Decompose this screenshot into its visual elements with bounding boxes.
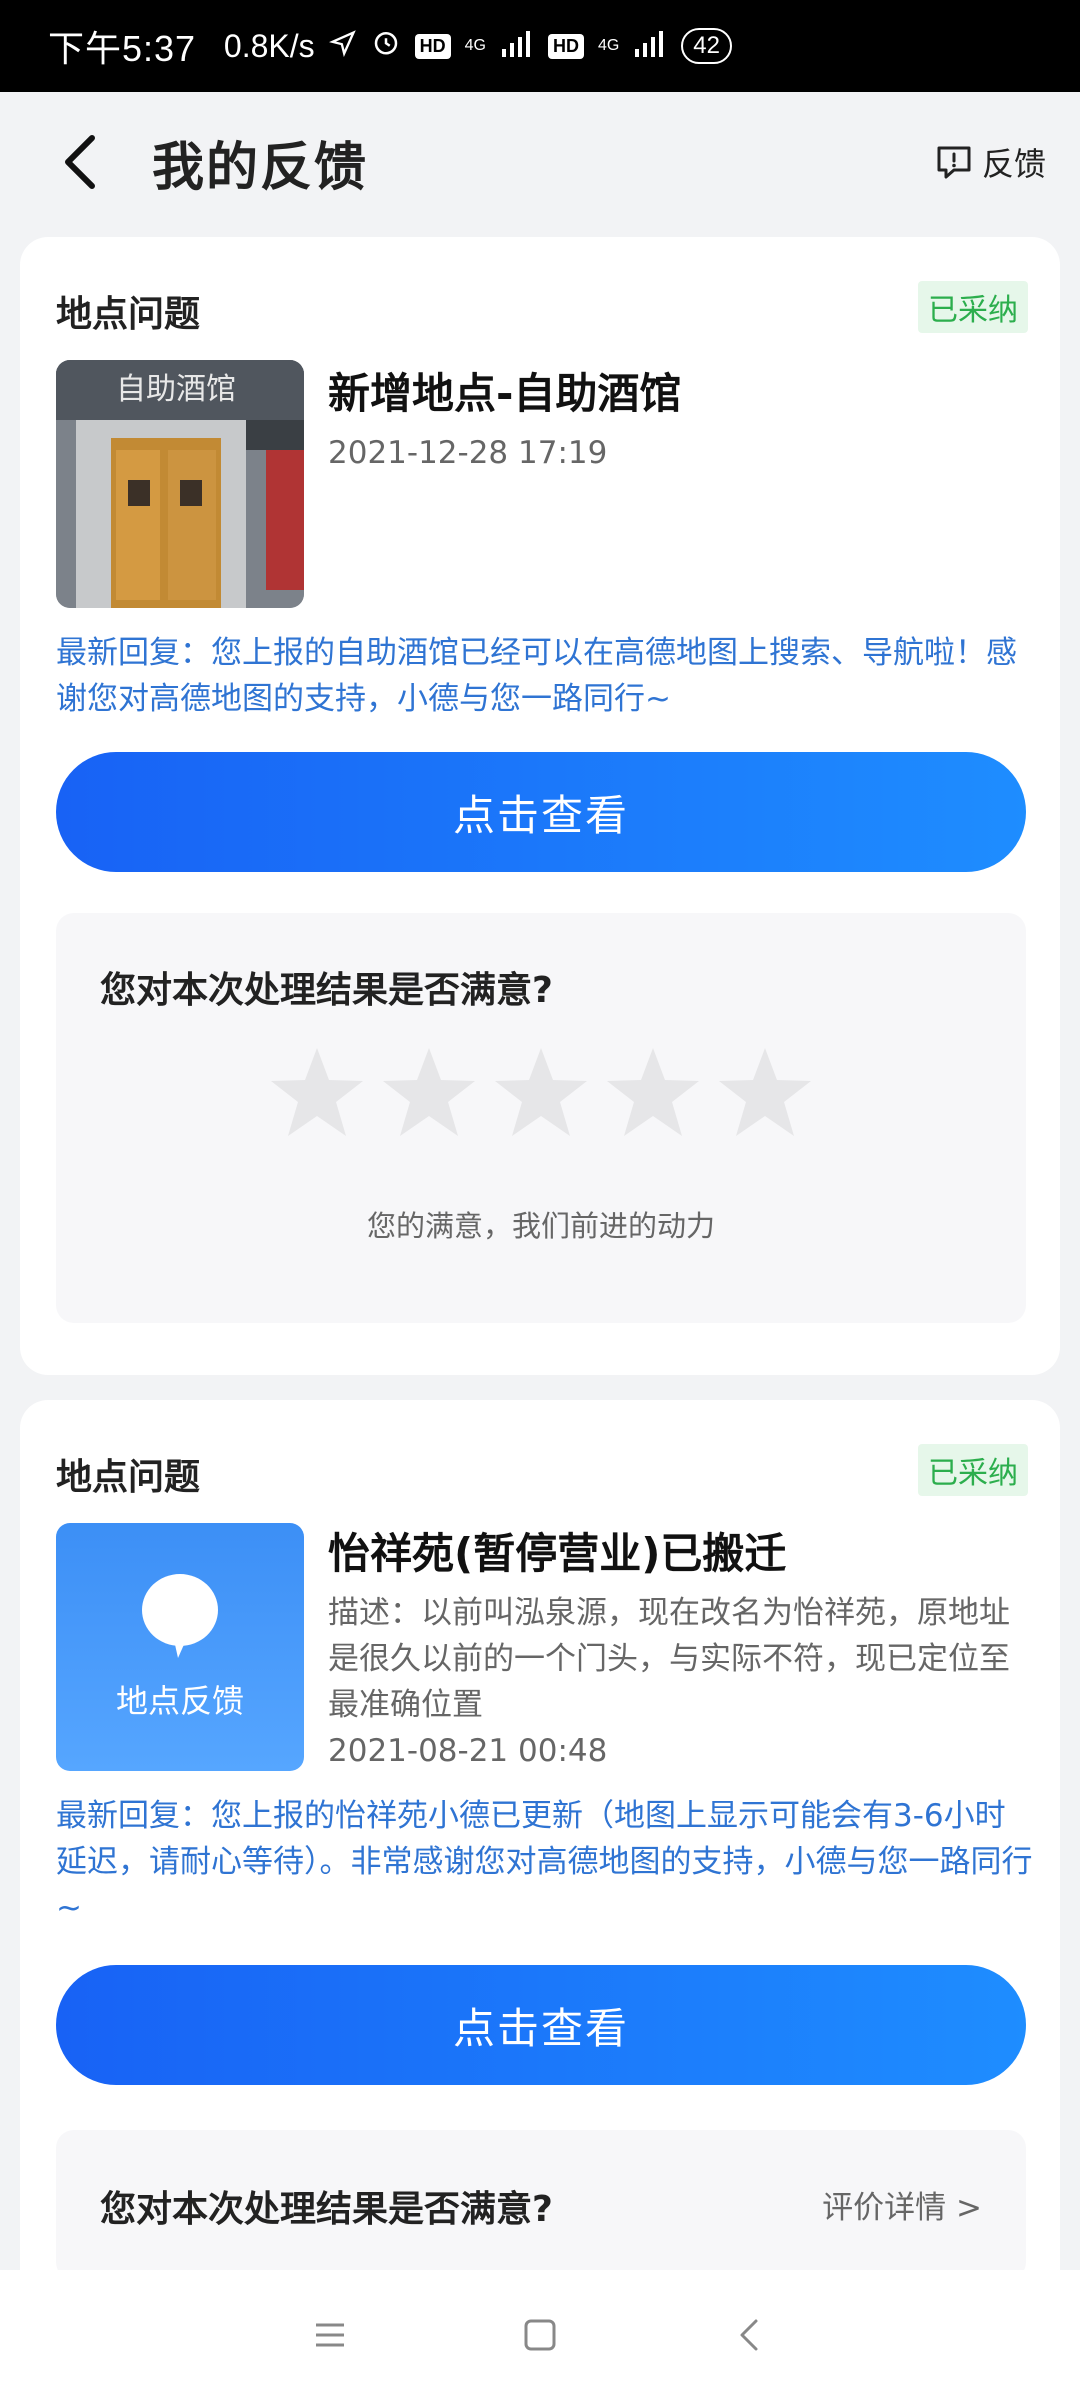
back-icon[interactable] xyxy=(50,132,110,192)
home-icon[interactable] xyxy=(520,2315,560,2355)
status-time: 下午5:37 xyxy=(48,28,197,69)
network-type: 4G xyxy=(464,37,486,54)
pin-icon xyxy=(142,1574,218,1658)
system-nav-bar xyxy=(0,2270,1080,2400)
item-date: 2021-12-28 17:19 xyxy=(328,435,608,471)
rating-detail-link[interactable]: 评价详情 > xyxy=(822,2182,982,2227)
view-button[interactable]: 点击查看 xyxy=(56,752,1026,872)
battery-indicator: 42 xyxy=(681,28,732,64)
rating-question: 您对本次处理结果是否满意? xyxy=(100,970,553,1011)
feedback-icon xyxy=(937,146,971,179)
view-button[interactable]: 点击查看 xyxy=(56,1965,1026,2085)
signal-icon-2 xyxy=(633,28,667,65)
status-bar: 下午5:37 0.8K/s HD 4G HD 4G 42 xyxy=(0,0,1080,92)
star-rating xyxy=(266,1043,816,1143)
place-feedback-thumb[interactable]: 地点反馈 xyxy=(56,1523,304,1771)
item-description: 描述：以前叫泓泉源，现在改名为怡祥苑，原地址是很久以前的一个门头，与实际不符，现… xyxy=(328,1595,1010,1723)
nav-back-icon[interactable] xyxy=(730,2315,770,2355)
rating-tip: 您的满意，我们前进的动力 xyxy=(366,1209,715,1243)
item-title: 新增地点-自助酒馆 xyxy=(328,369,682,418)
feedback-button[interactable]: 反馈 xyxy=(934,139,1046,185)
rating-question: 您对本次处理结果是否满意? xyxy=(100,2189,553,2230)
star-icon[interactable] xyxy=(490,1043,592,1143)
hd-badge-2: HD xyxy=(547,33,584,59)
page-header: 我的反馈 反馈 xyxy=(0,92,1080,232)
feedback-label: 反馈 xyxy=(981,145,1046,183)
feedback-card: 地点问题 已采纳 自助酒馆 新增地点-自助酒馆 2021-12-28 17:19… xyxy=(20,237,1060,1375)
status-badge: 已采纳 xyxy=(918,1444,1028,1496)
thumb-label: 地点反馈 xyxy=(115,1682,244,1720)
category-label: 地点问题 xyxy=(56,294,201,335)
latest-reply: 最新回复：您上报的自助酒馆已经可以在高德地图上搜索、导航啦！感谢您对高德地图的支… xyxy=(56,635,1017,717)
star-icon[interactable] xyxy=(602,1043,704,1143)
hd-badge: HD xyxy=(414,33,451,59)
status-icons: 0.8K/s HD 4G HD 4G 42 xyxy=(224,27,732,65)
latest-reply: 最新回复：您上报的怡祥苑小德已更新（地图上显示可能会有3-6小时延迟，请耐心等待… xyxy=(56,1798,1033,1926)
category-label: 地点问题 xyxy=(56,1457,201,1498)
star-icon[interactable] xyxy=(266,1043,368,1143)
network-type-2: 4G xyxy=(597,37,620,54)
page-title: 我的反馈 xyxy=(152,137,369,198)
feedback-card: 地点问题 已采纳 地点反馈 怡祥苑(暂停营业)已搬迁 描述：以前叫泓泉源，现在改… xyxy=(20,1400,1060,2280)
location-icon xyxy=(328,28,357,65)
rating-box: 您对本次处理结果是否满意? 评价详情 > xyxy=(56,2130,1026,2280)
item-date: 2021-08-21 00:48 xyxy=(328,1733,608,1769)
star-icon[interactable] xyxy=(714,1043,816,1143)
alarm-icon xyxy=(371,27,401,65)
rating-box: 您对本次处理结果是否满意? 您的满意，我们前进的动力 xyxy=(56,913,1026,1323)
storefront-sign: 自助酒馆 xyxy=(116,372,236,407)
network-speed: 0.8K/s xyxy=(223,27,315,64)
star-icon[interactable] xyxy=(378,1043,480,1143)
menu-icon[interactable] xyxy=(310,2315,350,2355)
signal-icon xyxy=(500,28,534,65)
item-title: 怡祥苑(暂停营业)已搬迁 xyxy=(328,1529,787,1578)
place-photo[interactable]: 自助酒馆 xyxy=(56,360,304,608)
status-badge: 已采纳 xyxy=(918,281,1028,333)
